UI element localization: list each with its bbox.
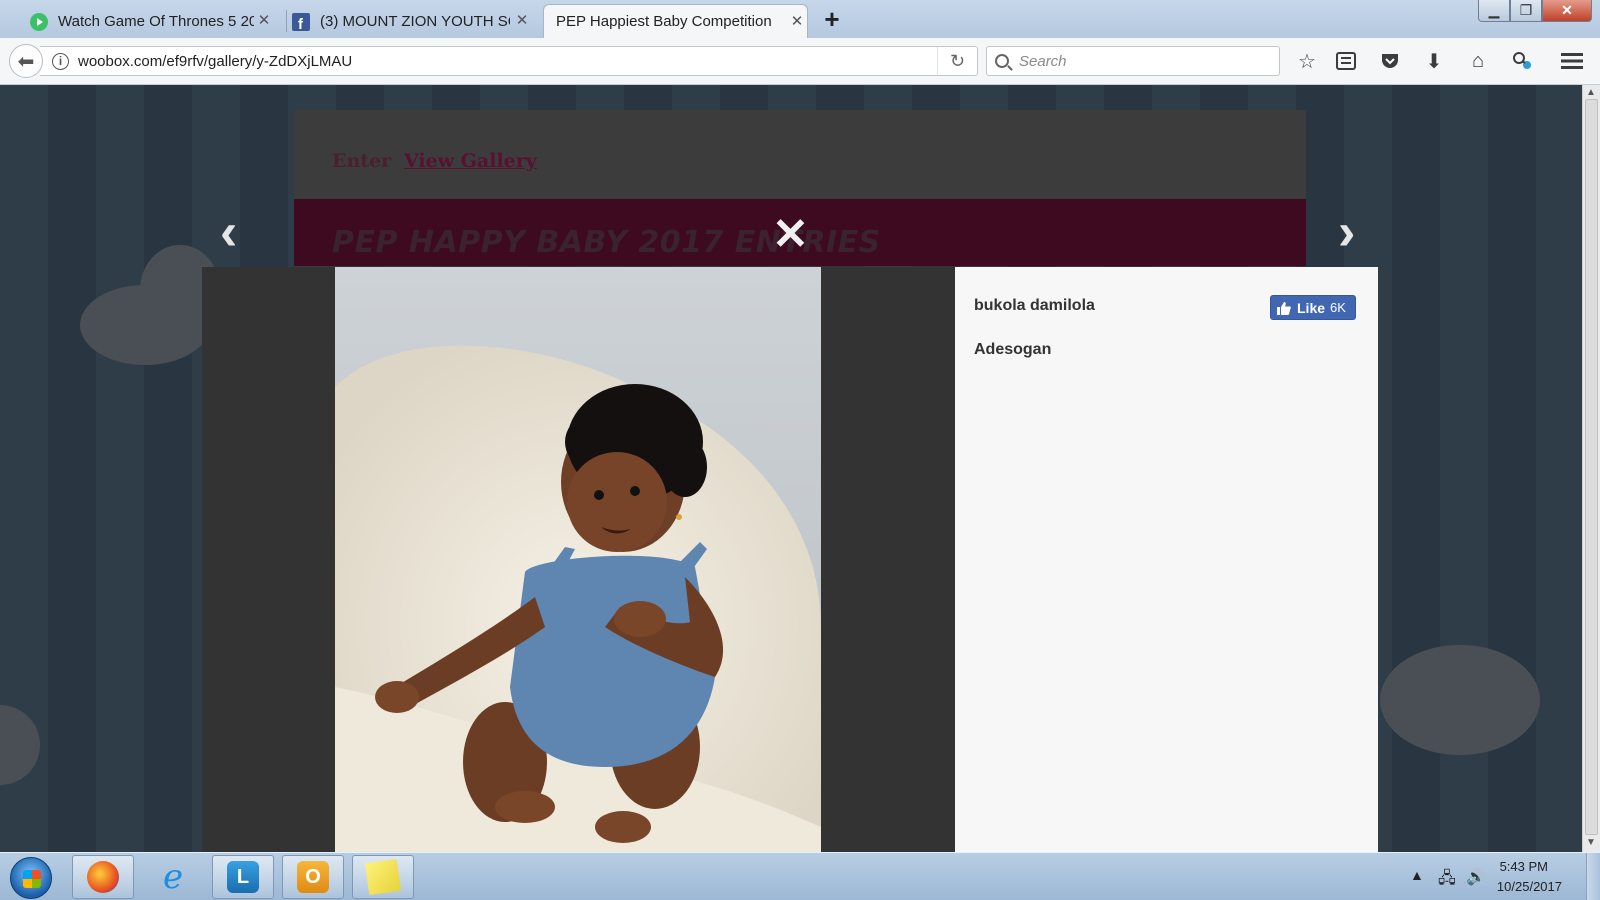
svg-text:f: f [298, 16, 304, 31]
entrant-surname: Adesogan [974, 341, 1052, 358]
facebook-icon: f [292, 13, 310, 33]
like-count: 6K [1330, 300, 1346, 315]
close-lightbox-button[interactable]: ✕ [772, 213, 809, 257]
firefox-icon [87, 861, 119, 893]
menu-icon[interactable] [1559, 48, 1585, 74]
gallery-header: Enter View Gallery [294, 110, 1306, 199]
taskbar-internet-explorer[interactable]: e [142, 855, 204, 899]
previous-entry-arrow[interactable]: ‹ [220, 206, 237, 258]
cloud-decoration [1380, 645, 1540, 755]
back-button[interactable]: ⬅ [9, 44, 43, 78]
thumbs-up-icon [1277, 301, 1291, 315]
search-bar[interactable]: Search [986, 46, 1280, 76]
home-icon[interactable]: ⌂ [1465, 48, 1491, 74]
tab-title: Watch Game Of Thrones 5 2015 [58, 12, 254, 30]
volume-icon[interactable]: 🔊 [1466, 867, 1486, 887]
facebook-like-button[interactable]: Like 6K [1270, 295, 1356, 320]
scrollbar-thumb[interactable] [1585, 99, 1598, 835]
close-tab-icon[interactable]: ✕ [514, 11, 530, 29]
search-placeholder: Search [1019, 52, 1067, 70]
next-entry-arrow[interactable]: › [1338, 206, 1355, 258]
sticky-notes-icon [364, 858, 402, 896]
url-text[interactable]: woobox.com/ef9rfv/gallery/y-ZdDXjLMAU [78, 53, 352, 70]
show-hidden-icons-icon[interactable]: ▲ [1410, 867, 1424, 883]
clock-date[interactable]: 10/25/2017 [1497, 879, 1562, 894]
tab-facebook[interactable]: f (3) MOUNT ZION YOUTH SO ✕ [292, 4, 532, 38]
tab-pep-happiest-baby[interactable]: PEP Happiest Baby Competition ✕ [543, 4, 808, 38]
extension-icon[interactable] [1509, 48, 1535, 74]
windows-taskbar: e L O ▲ 🖧 🔊 5:43 PM 10/25/2017 [0, 852, 1600, 900]
search-icon [995, 54, 1009, 68]
internet-explorer-icon: e [162, 857, 184, 897]
tab-title: PEP Happiest Baby Competition [556, 13, 772, 30]
scroll-up-icon[interactable]: ▲ [1586, 87, 1596, 98]
close-window-button[interactable]: ✕ [1542, 0, 1592, 22]
tab-game-of-thrones[interactable]: Watch Game Of Thrones 5 2015 ✕ [30, 4, 274, 38]
network-icon[interactable]: 🖧 [1438, 867, 1456, 894]
entry-info-panel: bukola damilola Adesogan Like 6K [955, 267, 1378, 852]
clock-time[interactable]: 5:43 PM [1500, 859, 1548, 874]
download-icon[interactable]: ⬇ [1421, 48, 1447, 74]
restore-button[interactable]: ❐ [1510, 0, 1542, 22]
taskbar-sticky-notes[interactable] [352, 855, 414, 899]
taskbar-firefox[interactable] [72, 855, 134, 899]
show-desktop-button[interactable] [1586, 853, 1600, 900]
system-tray: ▲ 🖧 🔊 5:43 PM 10/25/2017 [1360, 853, 1600, 900]
entry-photo [335, 267, 821, 852]
tab-title: (3) MOUNT ZION YOUTH SO [320, 12, 510, 30]
start-button[interactable] [10, 857, 52, 899]
reload-icon[interactable]: ↻ [937, 47, 977, 75]
reading-list-icon[interactable] [1333, 48, 1359, 74]
browser-tab-bar: Watch Game Of Thrones 5 2015 ✕ f (3) MOU… [0, 0, 1600, 38]
play-icon [30, 13, 48, 31]
pocket-icon[interactable] [1377, 48, 1403, 74]
cloud-decoration [0, 705, 40, 785]
like-label: Like [1297, 299, 1326, 316]
browser-nav-bar: i woobox.com/ef9rfv/gallery/y-ZdDXjLMAU … [0, 38, 1600, 85]
baby-photo-image [335, 267, 821, 852]
tab-separator [286, 10, 287, 32]
taskbar-outlook[interactable]: O [282, 855, 344, 899]
entrant-name: bukola damilola [974, 297, 1095, 314]
nav-view-gallery-link[interactable]: View Gallery [404, 150, 537, 172]
address-bar[interactable]: i woobox.com/ef9rfv/gallery/y-ZdDXjLMAU … [40, 46, 978, 76]
close-tab-icon[interactable]: ✕ [256, 11, 272, 29]
taskbar-lync[interactable]: L [212, 855, 274, 899]
site-info-icon[interactable]: i [52, 52, 69, 70]
close-tab-icon[interactable]: ✕ [789, 12, 805, 30]
new-tab-button[interactable]: + [818, 6, 846, 34]
nav-enter-link[interactable]: Enter [332, 150, 391, 172]
lync-icon: L [227, 861, 259, 893]
bookmark-star-icon[interactable]: ☆ [1294, 48, 1320, 74]
page-scrollbar[interactable]: ▲ ▼ [1582, 85, 1600, 852]
minimize-button[interactable]: ▁ [1478, 0, 1510, 22]
outlook-icon: O [297, 861, 329, 893]
scroll-down-icon[interactable]: ▼ [1586, 837, 1596, 848]
arrow-left-icon: ⬅ [17, 50, 35, 73]
